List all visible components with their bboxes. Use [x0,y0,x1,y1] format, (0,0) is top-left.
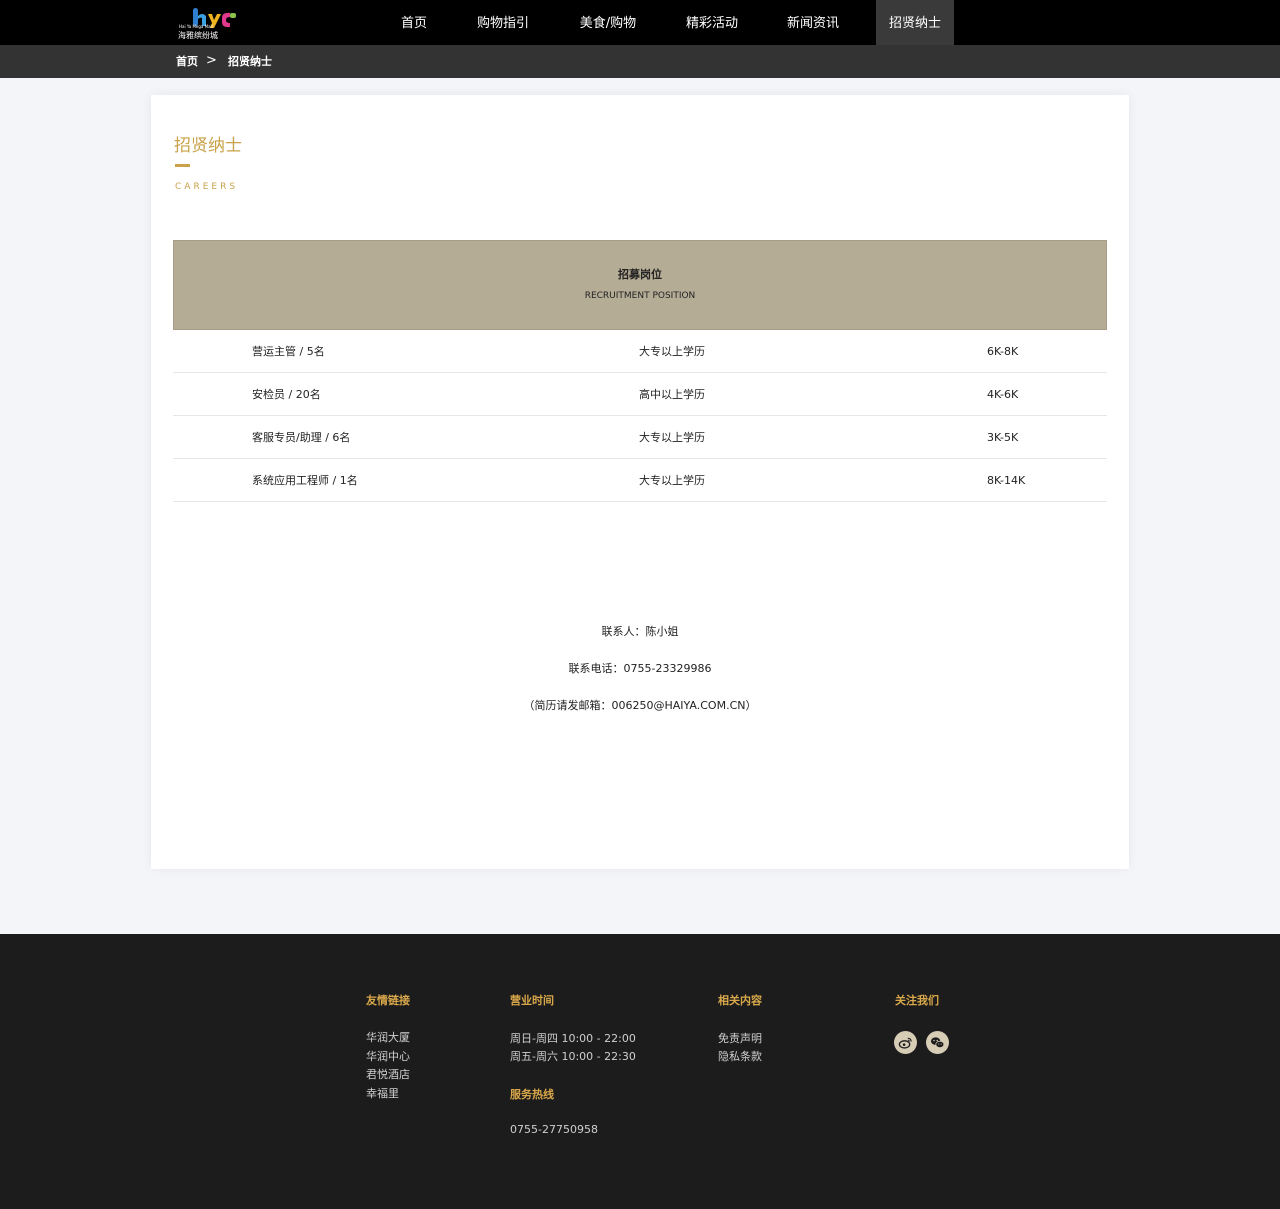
table-row: 营运主管 / 5名 大专以上学历 6K-8K [173,330,1107,373]
nav-item-news[interactable]: 新闻资讯 [778,0,848,45]
education-cell: 大专以上学历 [639,345,705,358]
breadcrumb: 首页 > 招贤纳士 [0,45,1280,78]
footer-hours-weekday: 周日-周四 10:00 - 22:00 [510,1032,636,1045]
footer-hotline[interactable]: 0755-27750958 [510,1123,598,1136]
contact-phone: 联系电话：0755-23329986 [568,662,712,675]
table-header-cn: 招募岗位 [618,268,662,281]
salary-cell: 6K-8K [987,345,1019,358]
table-row: 客服专员/助理 / 6名 大专以上学历 3K-5K [173,416,1107,459]
breadcrumb-home[interactable]: 首页 [176,45,198,79]
table-row: 安检员 / 20名 高中以上学历 4K-6K [173,373,1107,416]
position-cell: 安检员 / 20名 [252,388,321,401]
footer-links-title: 友情链接 [366,994,410,1007]
footer-hours-title: 营业时间 [510,994,554,1007]
site-footer: 友情链接 华润大厦 华润中心 君悦酒店 幸福里 营业时间 周日-周四 10:00… [0,934,1280,1209]
nav-item-careers[interactable]: 招贤纳士 [876,0,954,45]
footer-disclaimer-link[interactable]: 免责声明 [718,1030,762,1046]
footer-link[interactable]: 华润中心 [366,1048,410,1064]
education-cell: 大专以上学历 [639,431,705,444]
nav-item-events[interactable]: 精彩活动 [677,0,747,45]
education-cell: 大专以上学历 [639,474,705,487]
education-cell: 高中以上学历 [639,388,705,401]
wechat-icon [930,1037,945,1048]
breadcrumb-current: 招贤纳士 [228,55,272,68]
logo-text-en: Hai Ya Mega Mall [179,24,213,29]
nav-item-food-shopping[interactable]: 美食/购物 [572,0,644,45]
position-cell: 营运主管 / 5名 [252,345,325,358]
nav-item-home[interactable]: 首页 [388,0,440,45]
footer-link[interactable]: 华润大厦 [366,1029,410,1045]
careers-card: 招贤纳士 CAREERS 招募岗位 RECRUITMENT POSITION 营… [151,95,1129,869]
salary-cell: 8K-14K [987,474,1026,487]
weibo-icon [898,1037,912,1049]
salary-cell: 3K-5K [987,431,1019,444]
logo-mark-icon: Hai Ya Mega Mall [179,8,236,29]
recruitment-table: 招募岗位 RECRUITMENT POSITION 营运主管 / 5名 大专以上… [173,240,1107,502]
table-row: 系统应用工程师 / 1名 大专以上学历 8K-14K [173,459,1107,502]
weibo-button[interactable] [894,1031,917,1054]
top-nav-bar: Hai Ya Mega Mall 海雅缤纷城 首页 购物指引 美食/购物 精彩活… [0,0,1280,45]
logo-text: 海雅缤纷城 [178,31,218,40]
footer-link[interactable]: 幸福里 [366,1085,399,1101]
footer-hotline-title: 服务热线 [510,1088,554,1101]
table-header: 招募岗位 RECRUITMENT POSITION [173,240,1107,330]
salary-cell: 4K-6K [987,388,1019,401]
footer-follow-title: 关注我们 [895,994,939,1007]
title-underline [175,164,190,167]
breadcrumb-separator: > [206,53,217,68]
position-cell: 系统应用工程师 / 1名 [252,474,358,487]
footer-privacy-link[interactable]: 隐私条款 [718,1048,762,1064]
site-logo[interactable]: Hai Ya Mega Mall 海雅缤纷城 [178,6,240,40]
contact-email: （简历请发邮箱：006250@HAIYA.COM.CN） [523,699,757,712]
page-subtitle: CAREERS [175,182,239,192]
footer-link[interactable]: 君悦酒店 [366,1066,410,1082]
footer-related-title: 相关内容 [718,994,762,1007]
contact-person: 联系人：陈小姐 [601,625,679,638]
position-cell: 客服专员/助理 / 6名 [252,431,351,444]
page-title: 招贤纳士 [174,136,242,156]
footer-hours-weekend: 周五-周六 10:00 - 22:30 [510,1050,636,1063]
nav-item-shopping-guide[interactable]: 购物指引 [468,0,538,45]
table-header-en: RECRUITMENT POSITION [584,291,696,301]
wechat-button[interactable] [926,1031,949,1054]
